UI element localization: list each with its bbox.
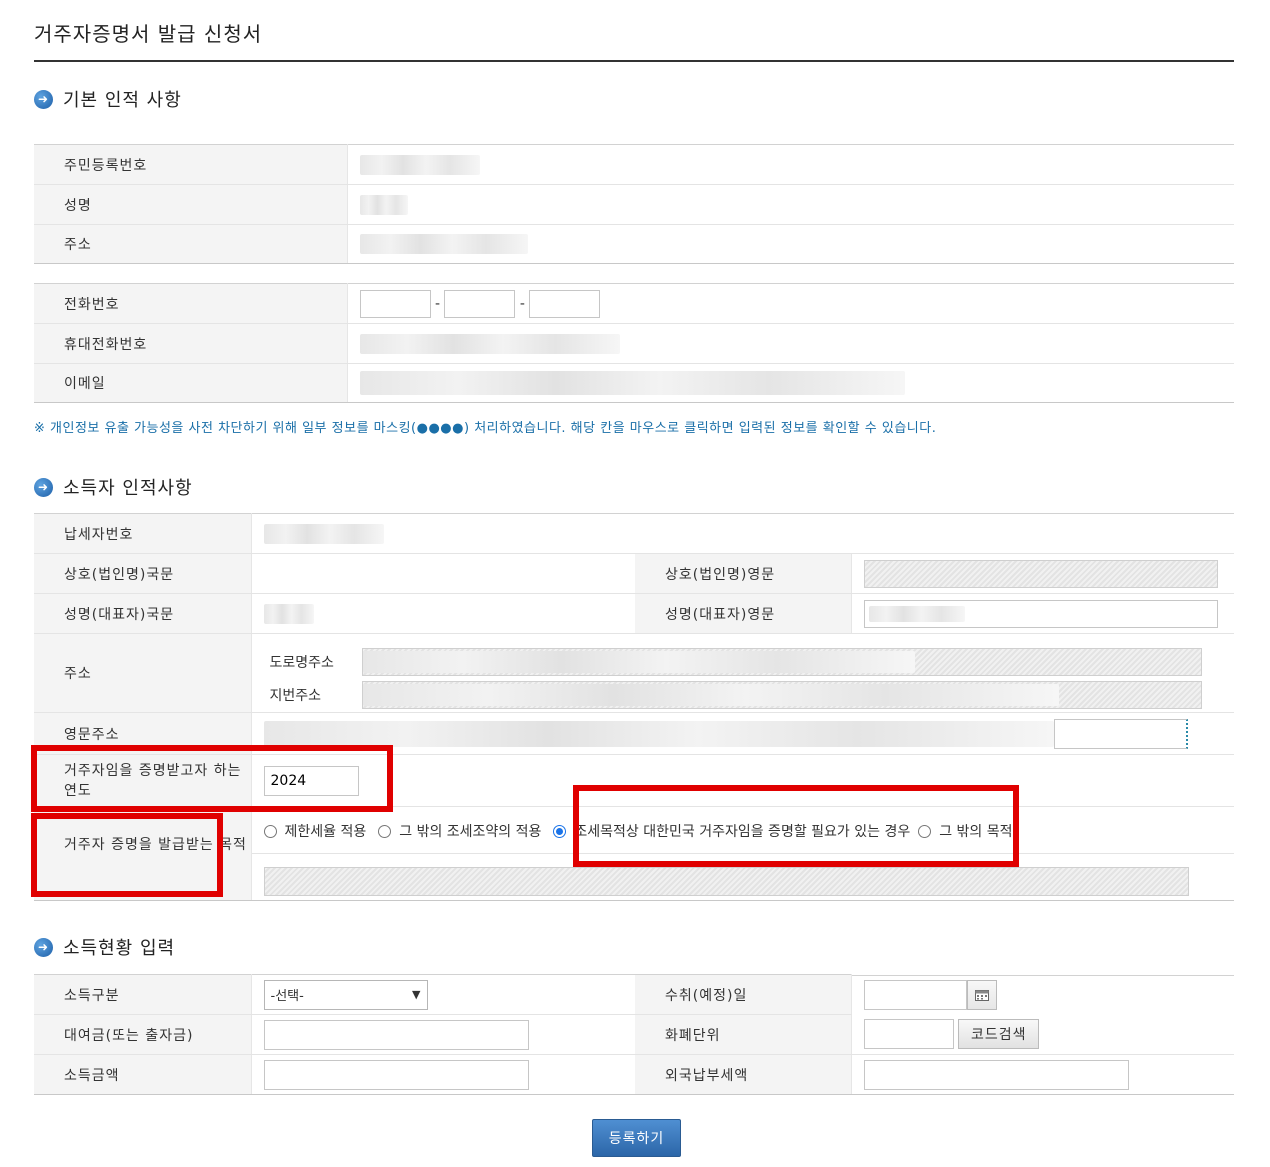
income-address-label: 주소 xyxy=(34,633,252,713)
highlight-box-year xyxy=(31,745,393,812)
chevron-down-icon: ▼ xyxy=(412,988,421,1001)
contact-table: 전화번호 - - 휴대전화번호 이메일 xyxy=(34,283,1234,403)
company-kr-value xyxy=(251,553,635,594)
receipt-date-label: 수취(예정)일 xyxy=(635,974,852,1015)
section-title-text: 소득자 인적사항 xyxy=(63,478,193,499)
lot-address-masked[interactable] xyxy=(362,684,1059,706)
mobile-masked-value[interactable] xyxy=(359,333,620,354)
receipt-date-input[interactable] xyxy=(863,980,967,1010)
radio-icon xyxy=(263,824,277,838)
dash-separator: - xyxy=(434,295,441,312)
income-amount-label: 소득금액 xyxy=(34,1054,252,1095)
road-address-field xyxy=(361,648,1202,676)
section-title-basic: ➜ 기본 인적 사항 xyxy=(34,86,182,112)
email-masked-value[interactable] xyxy=(359,371,905,395)
company-kr-label: 상호(법인명)국문 xyxy=(34,553,252,594)
phone-field-2[interactable] xyxy=(444,289,516,318)
rrn-masked-value[interactable] xyxy=(359,154,480,175)
arrow-right-icon: ➜ xyxy=(34,477,53,497)
tax-id-label: 납세자번호 xyxy=(34,513,252,554)
rep-en-masked-value xyxy=(868,605,965,622)
purpose-option-1[interactable]: 제한세율 적용 xyxy=(263,821,366,841)
arrow-right-icon: ➜ xyxy=(34,89,53,109)
income-status-table: 소득구분 -선택- ▼ 수취(예정)일 대여금(또는 출자금) 화폐단위 코드검… xyxy=(34,974,1234,1095)
road-address-masked[interactable] xyxy=(362,651,915,673)
title-divider xyxy=(34,60,1234,62)
arrow-right-icon: ➜ xyxy=(34,937,53,957)
purpose-detail-field xyxy=(263,867,1189,896)
code-search-button[interactable]: 코드검색 xyxy=(957,1019,1040,1050)
basic-info-table: 주민등록번호 성명 주소 xyxy=(34,144,1234,264)
en-address-masked[interactable] xyxy=(263,720,1054,747)
tax-id-masked-value[interactable] xyxy=(263,523,384,544)
rep-kr-label: 성명(대표자)국문 xyxy=(34,593,252,634)
road-address-label: 도로명주소 xyxy=(269,655,334,671)
phone-field-1[interactable] xyxy=(359,289,431,318)
company-en-field xyxy=(863,559,1218,588)
page-title: 거주자증명서 발급 신청서 xyxy=(34,22,263,46)
company-en-label: 상호(법인명)영문 xyxy=(635,553,852,594)
calendar-icon[interactable] xyxy=(966,980,997,1010)
address-masked-value[interactable] xyxy=(359,234,528,254)
lot-address-label: 지번주소 xyxy=(269,688,322,704)
phone-field-3[interactable] xyxy=(529,289,601,318)
submit-button[interactable]: 등록하기 xyxy=(592,1119,681,1157)
rep-en-field[interactable] xyxy=(863,599,1218,628)
phone-label: 전화번호 xyxy=(34,283,348,324)
income-amount-input[interactable] xyxy=(263,1059,529,1090)
email-label: 이메일 xyxy=(34,363,348,403)
loan-input[interactable] xyxy=(263,1019,529,1050)
radio-icon xyxy=(378,824,392,838)
income-type-select[interactable]: -선택- ▼ xyxy=(263,979,428,1010)
masking-notice: ※ 개인정보 유출 가능성을 사전 차단하기 위해 일부 정보를 마스킹(●●●… xyxy=(34,421,937,436)
foreign-tax-input[interactable] xyxy=(863,1059,1129,1090)
rep-kr-masked-value[interactable] xyxy=(263,603,314,624)
purpose-option-2[interactable]: 그 밖의 조세조약의 적용 xyxy=(378,821,541,841)
name-label: 성명 xyxy=(34,184,348,225)
name-masked-value[interactable] xyxy=(359,194,408,215)
foreign-tax-label: 외국납부세액 xyxy=(635,1054,852,1095)
section-title-income-status: ➜ 소득현황 입력 xyxy=(34,934,175,960)
address-label: 주소 xyxy=(34,224,348,264)
currency-input[interactable] xyxy=(863,1019,954,1050)
section-title-text: 기본 인적 사항 xyxy=(63,90,182,111)
dash-separator: - xyxy=(519,295,525,312)
income-type-label: 소득구분 xyxy=(34,974,252,1015)
mobile-label: 휴대전화번호 xyxy=(34,323,348,364)
en-address-field[interactable] xyxy=(1053,718,1188,749)
radio-selected-icon xyxy=(553,824,567,838)
loan-label: 대여금(또는 출자금) xyxy=(34,1014,252,1055)
section-title-income-person: ➜ 소득자 인적사항 xyxy=(34,474,193,500)
currency-label: 화폐단위 xyxy=(635,1014,852,1055)
highlight-box-purpose xyxy=(31,813,223,897)
highlight-box-selected-option xyxy=(573,785,1019,867)
rep-en-label: 성명(대표자)영문 xyxy=(635,593,852,634)
rrn-label: 주민등록번호 xyxy=(34,144,348,185)
section-title-text: 소득현황 입력 xyxy=(63,938,176,959)
lot-address-field xyxy=(361,681,1202,709)
